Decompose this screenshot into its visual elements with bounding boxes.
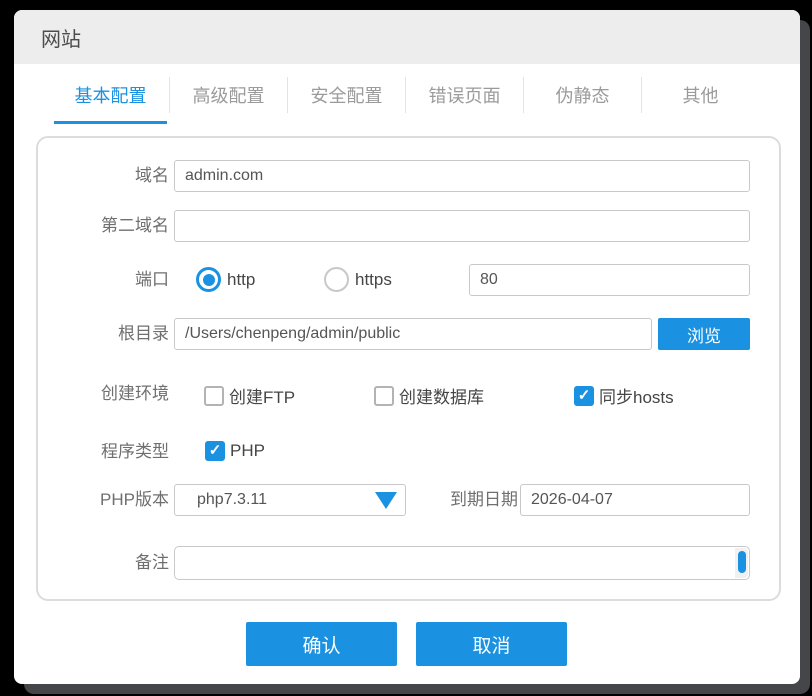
- remark-label: 备注: [135, 553, 169, 572]
- checkbox-create-ftp[interactable]: 创建FTP: [204, 383, 295, 408]
- radio-http[interactable]: http: [196, 267, 255, 292]
- sync-hosts-box[interactable]: [574, 385, 594, 406]
- row-php-version: PHP版本 php7.3.11 到期日期: [38, 484, 779, 516]
- create-env-label: 创建环境: [101, 384, 169, 403]
- tab-security-config[interactable]: 安全配置: [288, 66, 405, 124]
- row-second-domain: 第二域名: [38, 210, 779, 242]
- program-type-label: 程序类型: [101, 442, 169, 461]
- radio-http-circle[interactable]: [196, 267, 221, 292]
- tab-rewrite[interactable]: 伪静态: [524, 66, 641, 124]
- tab-advanced-config[interactable]: 高级配置: [170, 66, 287, 124]
- cancel-button[interactable]: 取消: [416, 622, 567, 666]
- php-version-select[interactable]: php7.3.11: [174, 484, 406, 516]
- titlebar: 网站: [14, 10, 800, 64]
- tab-basic-config[interactable]: 基本配置: [52, 66, 169, 124]
- window-title: 网站: [41, 28, 81, 51]
- tab-other[interactable]: 其他: [642, 66, 759, 124]
- tabbar: 基本配置 高级配置 安全配置 错误页面 伪静态 其他: [52, 66, 759, 124]
- checkbox-create-db[interactable]: 创建数据库: [374, 383, 484, 408]
- tab-error-pages[interactable]: 错误页面: [406, 66, 523, 124]
- checkbox-php[interactable]: PHP: [205, 441, 265, 461]
- domain-label: 域名: [135, 166, 169, 185]
- remark-scrollbar-thumb[interactable]: [738, 551, 746, 573]
- create-ftp-box[interactable]: [204, 385, 224, 406]
- php-box[interactable]: [205, 441, 225, 461]
- root-dir-label: 根目录: [118, 324, 169, 343]
- expire-date-input[interactable]: [520, 484, 750, 516]
- expire-date-label: 到期日期: [450, 490, 518, 509]
- radio-https[interactable]: https: [324, 267, 392, 292]
- radio-https-circle[interactable]: [324, 267, 349, 292]
- php-version-label: PHP版本: [100, 490, 169, 509]
- screen: 网站 基本配置 高级配置 安全配置 错误页面 伪静态 其他 域名 第二域名: [0, 0, 812, 696]
- create-db-box[interactable]: [374, 385, 394, 406]
- remark-input[interactable]: [175, 547, 733, 579]
- port-label: 端口: [135, 270, 169, 289]
- row-remark: 备注: [38, 546, 779, 580]
- second-domain-label: 第二域名: [101, 216, 169, 235]
- remark-field[interactable]: [174, 546, 750, 580]
- root-dir-input[interactable]: [174, 318, 652, 350]
- php-version-value: php7.3.11: [197, 491, 267, 508]
- row-port: 端口 http https: [38, 264, 779, 296]
- confirm-button[interactable]: 确认: [246, 622, 397, 666]
- row-program-type: 程序类型 PHP: [38, 436, 779, 468]
- form-panel: 域名 第二域名 端口 http https: [36, 136, 781, 601]
- row-create-env: 创建环境 创建FTP 创建数据库 同步hosts: [38, 378, 779, 410]
- checkbox-sync-hosts[interactable]: 同步hosts: [574, 383, 674, 408]
- row-root-dir: 根目录 浏览: [38, 318, 779, 350]
- website-dialog: 网站 基本配置 高级配置 安全配置 错误页面 伪静态 其他 域名 第二域名: [14, 10, 800, 684]
- browse-button[interactable]: 浏览: [658, 318, 750, 350]
- domain-input[interactable]: [174, 160, 750, 192]
- row-domain: 域名: [38, 160, 779, 192]
- second-domain-input[interactable]: [174, 210, 750, 242]
- port-input[interactable]: [469, 264, 750, 296]
